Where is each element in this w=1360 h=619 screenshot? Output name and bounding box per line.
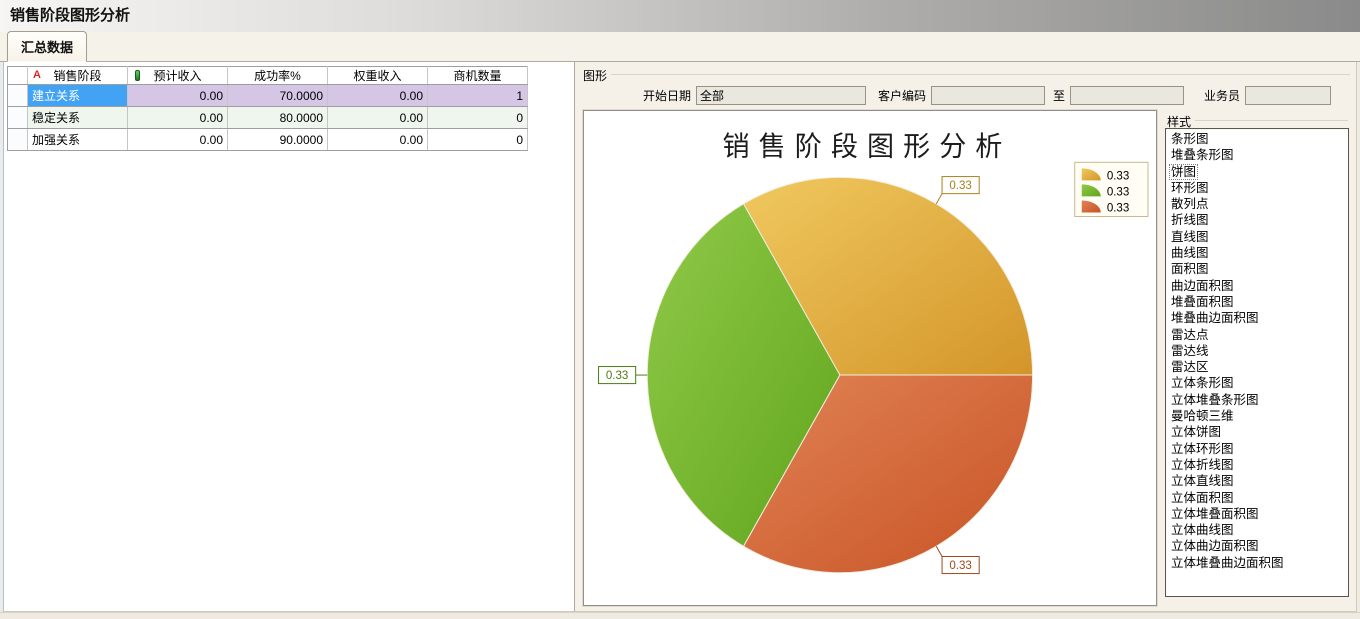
grid-cell-stage[interactable]: 稳定关系 <box>28 107 128 129</box>
label-leader-line <box>936 194 942 204</box>
style-option[interactable]: 立体堆叠条形图 <box>1169 392 1261 408</box>
start-date-label: 开始日期 <box>643 87 691 104</box>
grid-cell[interactable]: 0.00 <box>328 129 428 151</box>
style-option[interactable]: 立体直线图 <box>1169 473 1236 489</box>
legend-label: 0.33 <box>1107 186 1129 198</box>
style-option[interactable]: 曼哈顿三维 <box>1169 408 1236 424</box>
grid-cell[interactable]: 0.00 <box>128 129 228 151</box>
row-selector-cell[interactable] <box>8 85 28 107</box>
grid-cell[interactable]: 0.00 <box>328 85 428 107</box>
pie-chart-svg: 销售阶段图形分析 0.33 0.33 0.33 0.33 0.33 0.33 <box>584 111 1156 605</box>
slice-value-label: 0.33 <box>949 560 971 572</box>
grid-cell-stage[interactable]: 加强关系 <box>28 129 128 151</box>
table-header-row: A 销售阶段 预计收入 成功率% 权重收入 商机数量 <box>8 67 528 85</box>
grid-cell[interactable]: 0.00 <box>328 107 428 129</box>
table-row: 建立关系 0.00 70.0000 0.00 1 <box>8 85 528 107</box>
style-option[interactable]: 饼图 <box>1169 164 1198 180</box>
grid-cell[interactable]: 0.00 <box>128 85 228 107</box>
style-option[interactable]: 堆叠曲边面积图 <box>1169 310 1261 326</box>
start-date-input[interactable] <box>696 86 866 105</box>
style-option[interactable]: 立体饼图 <box>1169 424 1223 440</box>
customer-code-to-input[interactable] <box>1070 86 1184 105</box>
filter-row: 开始日期 客户编码 至 业务员 <box>579 82 1352 108</box>
legend-label: 0.33 <box>1107 170 1129 182</box>
grid-cell[interactable]: 0 <box>428 107 528 129</box>
row-selector-cell[interactable] <box>8 107 28 129</box>
salesman-input[interactable] <box>1245 86 1331 105</box>
window-title: 销售阶段图形分析 <box>0 0 130 32</box>
sales-stage-analysis-window: 销售阶段图形分析 汇总数据 A 销售阶段 预计收入 <box>0 0 1360 619</box>
column-header-opportunity-count[interactable]: 商机数量 <box>428 67 528 85</box>
style-option[interactable]: 曲线图 <box>1169 245 1211 261</box>
grid-cell-stage[interactable]: 建立关系 <box>28 85 128 107</box>
grid-cell[interactable]: 90.0000 <box>228 129 328 151</box>
tab-summary-data[interactable]: 汇总数据 <box>7 31 87 62</box>
column-header-success-rate[interactable]: 成功率% <box>228 67 328 85</box>
chart-style-list[interactable]: 条形图堆叠条形图饼图环形图散列点折线图直线图曲线图面积图曲边面积图堆叠面积图堆叠… <box>1165 128 1349 597</box>
style-option[interactable]: 雷达线 <box>1169 343 1211 359</box>
column-header-expected-income[interactable]: 预计收入 <box>128 67 228 85</box>
to-label: 至 <box>1053 87 1065 104</box>
legend-label: 0.33 <box>1107 202 1129 214</box>
style-option[interactable]: 立体曲线图 <box>1169 522 1236 538</box>
column-header-weighted-income[interactable]: 权重收入 <box>328 67 428 85</box>
style-option[interactable]: 立体折线图 <box>1169 457 1236 473</box>
graph-panel: 图形 开始日期 客户编码 至 业务员 销售阶段图形分析0.330.330.330… <box>575 62 1357 612</box>
style-option[interactable]: 面积图 <box>1169 261 1211 277</box>
summary-grid-panel: A 销售阶段 预计收入 成功率% 权重收入 商机数量 <box>3 62 575 612</box>
style-option[interactable]: 环形图 <box>1169 180 1211 196</box>
slice-value-label: 0.33 <box>949 180 971 192</box>
style-option[interactable]: 立体环形图 <box>1169 441 1236 457</box>
grid-cell[interactable]: 1 <box>428 85 528 107</box>
style-option[interactable]: 立体面积图 <box>1169 490 1236 506</box>
chart-title: 销售阶段图形分析 <box>723 131 1012 161</box>
styles-panel: 样式 条形图堆叠条形图饼图环形图散列点折线图直线图曲线图面积图曲边面积图堆叠面积… <box>1165 110 1350 611</box>
style-option[interactable]: 雷达点 <box>1169 327 1211 343</box>
row-selector-header <box>8 67 28 85</box>
main-content: A 销售阶段 预计收入 成功率% 权重收入 商机数量 <box>0 62 1360 612</box>
number-type-icon <box>135 70 140 81</box>
grid-cell[interactable]: 0 <box>428 129 528 151</box>
style-option[interactable]: 立体曲边面积图 <box>1169 538 1261 554</box>
style-option[interactable]: 曲边面积图 <box>1169 278 1236 294</box>
style-option[interactable]: 堆叠条形图 <box>1169 147 1236 163</box>
table-row: 加强关系 0.00 90.0000 0.00 0 <box>8 129 528 151</box>
salesman-label: 业务员 <box>1204 87 1240 104</box>
customer-code-input[interactable] <box>931 86 1045 105</box>
column-header-label: 预计收入 <box>153 69 201 83</box>
style-option[interactable]: 直线图 <box>1169 229 1211 245</box>
grid-cell[interactable]: 70.0000 <box>228 85 328 107</box>
table-row: 稳定关系 0.00 80.0000 0.00 0 <box>8 107 528 129</box>
chart-canvas: 销售阶段图形分析 0.33 0.33 0.33 0.33 0.33 0.33 <box>583 110 1157 606</box>
summary-table: A 销售阶段 预计收入 成功率% 权重收入 商机数量 <box>7 66 528 151</box>
style-option[interactable]: 折线图 <box>1169 212 1211 228</box>
grid-cell[interactable]: 0.00 <box>128 107 228 129</box>
chart-and-styles-row: 销售阶段图形分析0.330.330.330.330.330.33 样式 条形图堆… <box>579 108 1352 611</box>
style-option[interactable]: 雷达区 <box>1169 359 1211 375</box>
slice-value-label: 0.33 <box>606 370 628 382</box>
column-header-label: 销售阶段 <box>53 69 101 83</box>
column-header-stage[interactable]: A 销售阶段 <box>28 67 128 85</box>
chart-legend: 0.33 0.33 0.33 <box>1075 162 1148 216</box>
graph-groupbox-caption: 图形 <box>579 64 1352 82</box>
bottom-strip <box>0 612 1360 619</box>
text-type-icon: A <box>33 69 41 81</box>
customer-code-label: 客户编码 <box>878 87 926 104</box>
window-title-bar: 销售阶段图形分析 <box>0 0 1360 32</box>
tab-strip: 汇总数据 <box>0 32 1360 62</box>
style-option[interactable]: 条形图 <box>1169 131 1211 147</box>
label-leader-line <box>936 546 942 556</box>
style-option[interactable]: 立体堆叠面积图 <box>1169 506 1261 522</box>
styles-groupbox-caption: 样式 <box>1165 110 1350 128</box>
style-option[interactable]: 散列点 <box>1169 196 1211 212</box>
style-option[interactable]: 堆叠面积图 <box>1169 294 1236 310</box>
row-selector-cell[interactable] <box>8 129 28 151</box>
style-option[interactable]: 立体条形图 <box>1169 375 1236 391</box>
style-option[interactable]: 立体堆叠曲边面积图 <box>1169 555 1286 571</box>
grid-cell[interactable]: 80.0000 <box>228 107 328 129</box>
